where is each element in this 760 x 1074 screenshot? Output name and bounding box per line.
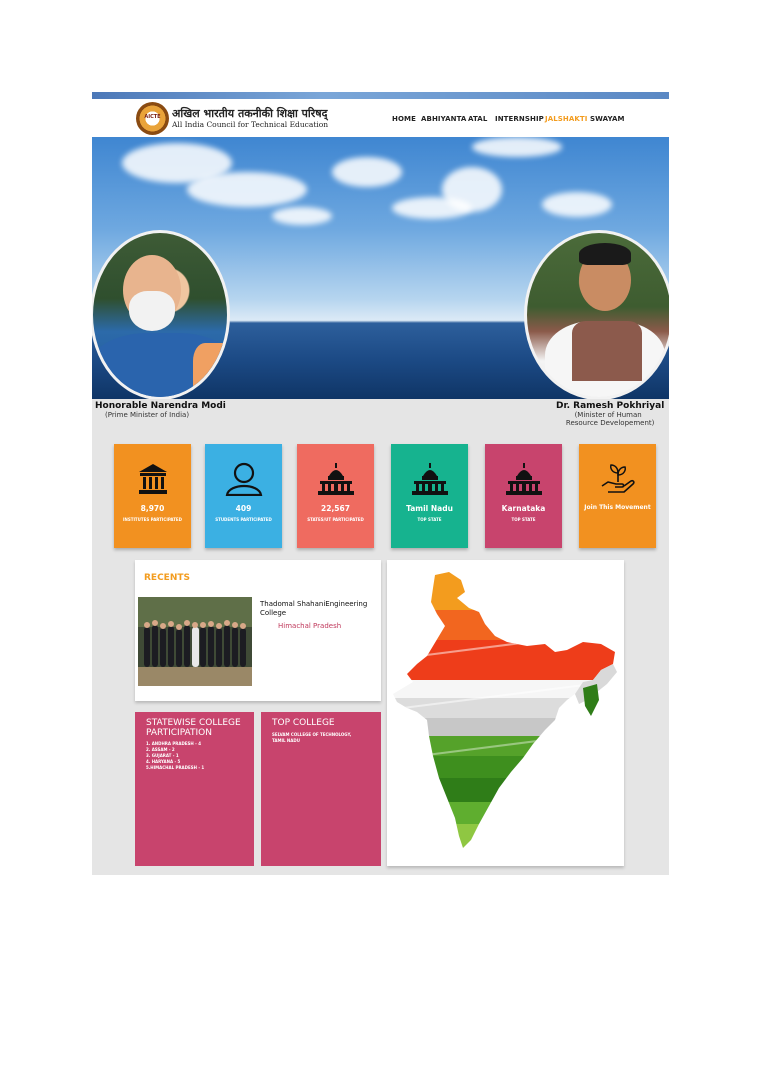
recent-college-name[interactable]: Thadomal ShahaniEngineering College [260, 600, 378, 618]
recents-card: RECENTS Thadomal ShahaniEngineering Coll… [135, 560, 381, 701]
tile-value: 22,567 [321, 504, 350, 513]
tile-students[interactable]: 409 STUDENTS PARTICIPATED [205, 444, 282, 548]
tile-label: TOP STATE [511, 517, 536, 522]
left-person-name: Honorable Narendra Modi [95, 401, 226, 411]
portrait-ramesh-pokhriyal [524, 230, 669, 399]
top-college-name-line-2: TAMIL NADU [272, 738, 300, 743]
tile-institutes[interactable]: 8,970 INSTITUTES PARTICIPATED [114, 444, 191, 548]
left-person-role: (Prime Minister of India) [105, 411, 190, 419]
tile-label: INSTITUTES PARTICIPATED [123, 517, 182, 522]
nav-swayam[interactable]: SWAYAM [590, 115, 625, 123]
india-map-card [387, 560, 624, 866]
right-person-name: Dr. Ramesh Pokhriyal [556, 401, 665, 411]
capitol-icon [297, 462, 374, 498]
hero-banner [92, 137, 669, 399]
institution-icon [114, 462, 191, 498]
tile-label: TOP STATE [417, 517, 442, 522]
tile-value: 409 [235, 504, 252, 513]
statewise-title-line-1: STATEWISE COLLEGE [146, 718, 241, 728]
capitol-icon [485, 462, 562, 498]
user-icon [205, 462, 282, 498]
nav-home[interactable]: HOME [392, 115, 416, 123]
right-person-role-line-2: Resource Developement) [565, 419, 655, 427]
portrait-narendra-modi [92, 230, 230, 399]
plant-hand-icon [579, 462, 656, 498]
tile-value: 8,970 [140, 504, 165, 513]
org-name-english: All India Council for Technical Educatio… [172, 120, 329, 129]
tile-label: STATES/UT PARTICIPATED [307, 517, 364, 522]
tile-label: STUDENTS PARTICIPATED [215, 517, 272, 522]
recent-college-state: Himachal Pradesh [278, 622, 342, 630]
tile-top-state-tamil-nadu[interactable]: Tamil Nadu TOP STATE [391, 444, 468, 548]
tile-value: Karnataka [501, 504, 546, 513]
tile-join-movement[interactable]: Join This Movement [579, 444, 656, 548]
site-frame: AICTE अखिल भारतीय तकनीकी शिक्षा परिषद् A… [92, 92, 669, 875]
tile-value: Join This Movement [584, 504, 651, 511]
logo-text: AICTE [144, 114, 161, 120]
tile-top-state-karnataka[interactable]: Karnataka TOP STATE [485, 444, 562, 548]
aicte-logo[interactable]: AICTE [136, 102, 169, 135]
top-college-title: TOP COLLEGE [272, 718, 335, 728]
tile-value: Tamil Nadu [406, 504, 453, 513]
tile-states[interactable]: 22,567 STATES/UT PARTICIPATED [297, 444, 374, 548]
org-name-hindi: अखिल भारतीय तकनीकी शिक्षा परिषद् [172, 107, 328, 120]
nav-abhiyanta[interactable]: ABHIYANTA [421, 115, 466, 123]
capitol-icon [391, 462, 468, 498]
statewise-title-line-2: PARTICIPATION [146, 728, 212, 738]
statewise-title: STATEWISE COLLEGE PARTICIPATION [146, 718, 241, 738]
list-item: 5.HIMACHAL PRADESH - 1 [146, 765, 205, 770]
left-person-caption: Honorable Narendra Modi (Prime Minister … [95, 401, 226, 419]
nav-internship[interactable]: INTERNSHIP [495, 115, 544, 123]
india-map[interactable] [387, 560, 624, 866]
page: AICTE अखिल भारतीय तकनीकी शिक्षा परिषद् A… [0, 0, 760, 1074]
recent-college-photo[interactable] [138, 597, 252, 686]
nav-atal[interactable]: ATAL [468, 115, 487, 123]
top-college-card: TOP COLLEGE SELVAM COLLEGE OF TECHNOLOGY… [261, 712, 381, 866]
statewise-list: 1. ANDHRA PRADESH - 4 2. ASSAM - 2 3. GU… [146, 741, 204, 771]
top-college-name: SELVAM COLLEGE OF TECHNOLOGY, TAMIL NADU [272, 732, 351, 744]
top-strip [92, 92, 669, 99]
statewise-card: STATEWISE COLLEGE PARTICIPATION 1. ANDHR… [135, 712, 254, 866]
nav-jalshakti[interactable]: JALSHAKTI [545, 115, 588, 123]
header: AICTE अखिल भारतीय तकनीकी शिक्षा परिषद् A… [92, 99, 669, 137]
right-person-caption: Dr. Ramesh Pokhriyal (Minister of Human … [556, 401, 664, 427]
right-person-role-line-1: (Minister of Human [574, 411, 642, 419]
recents-title: RECENTS [144, 573, 190, 583]
